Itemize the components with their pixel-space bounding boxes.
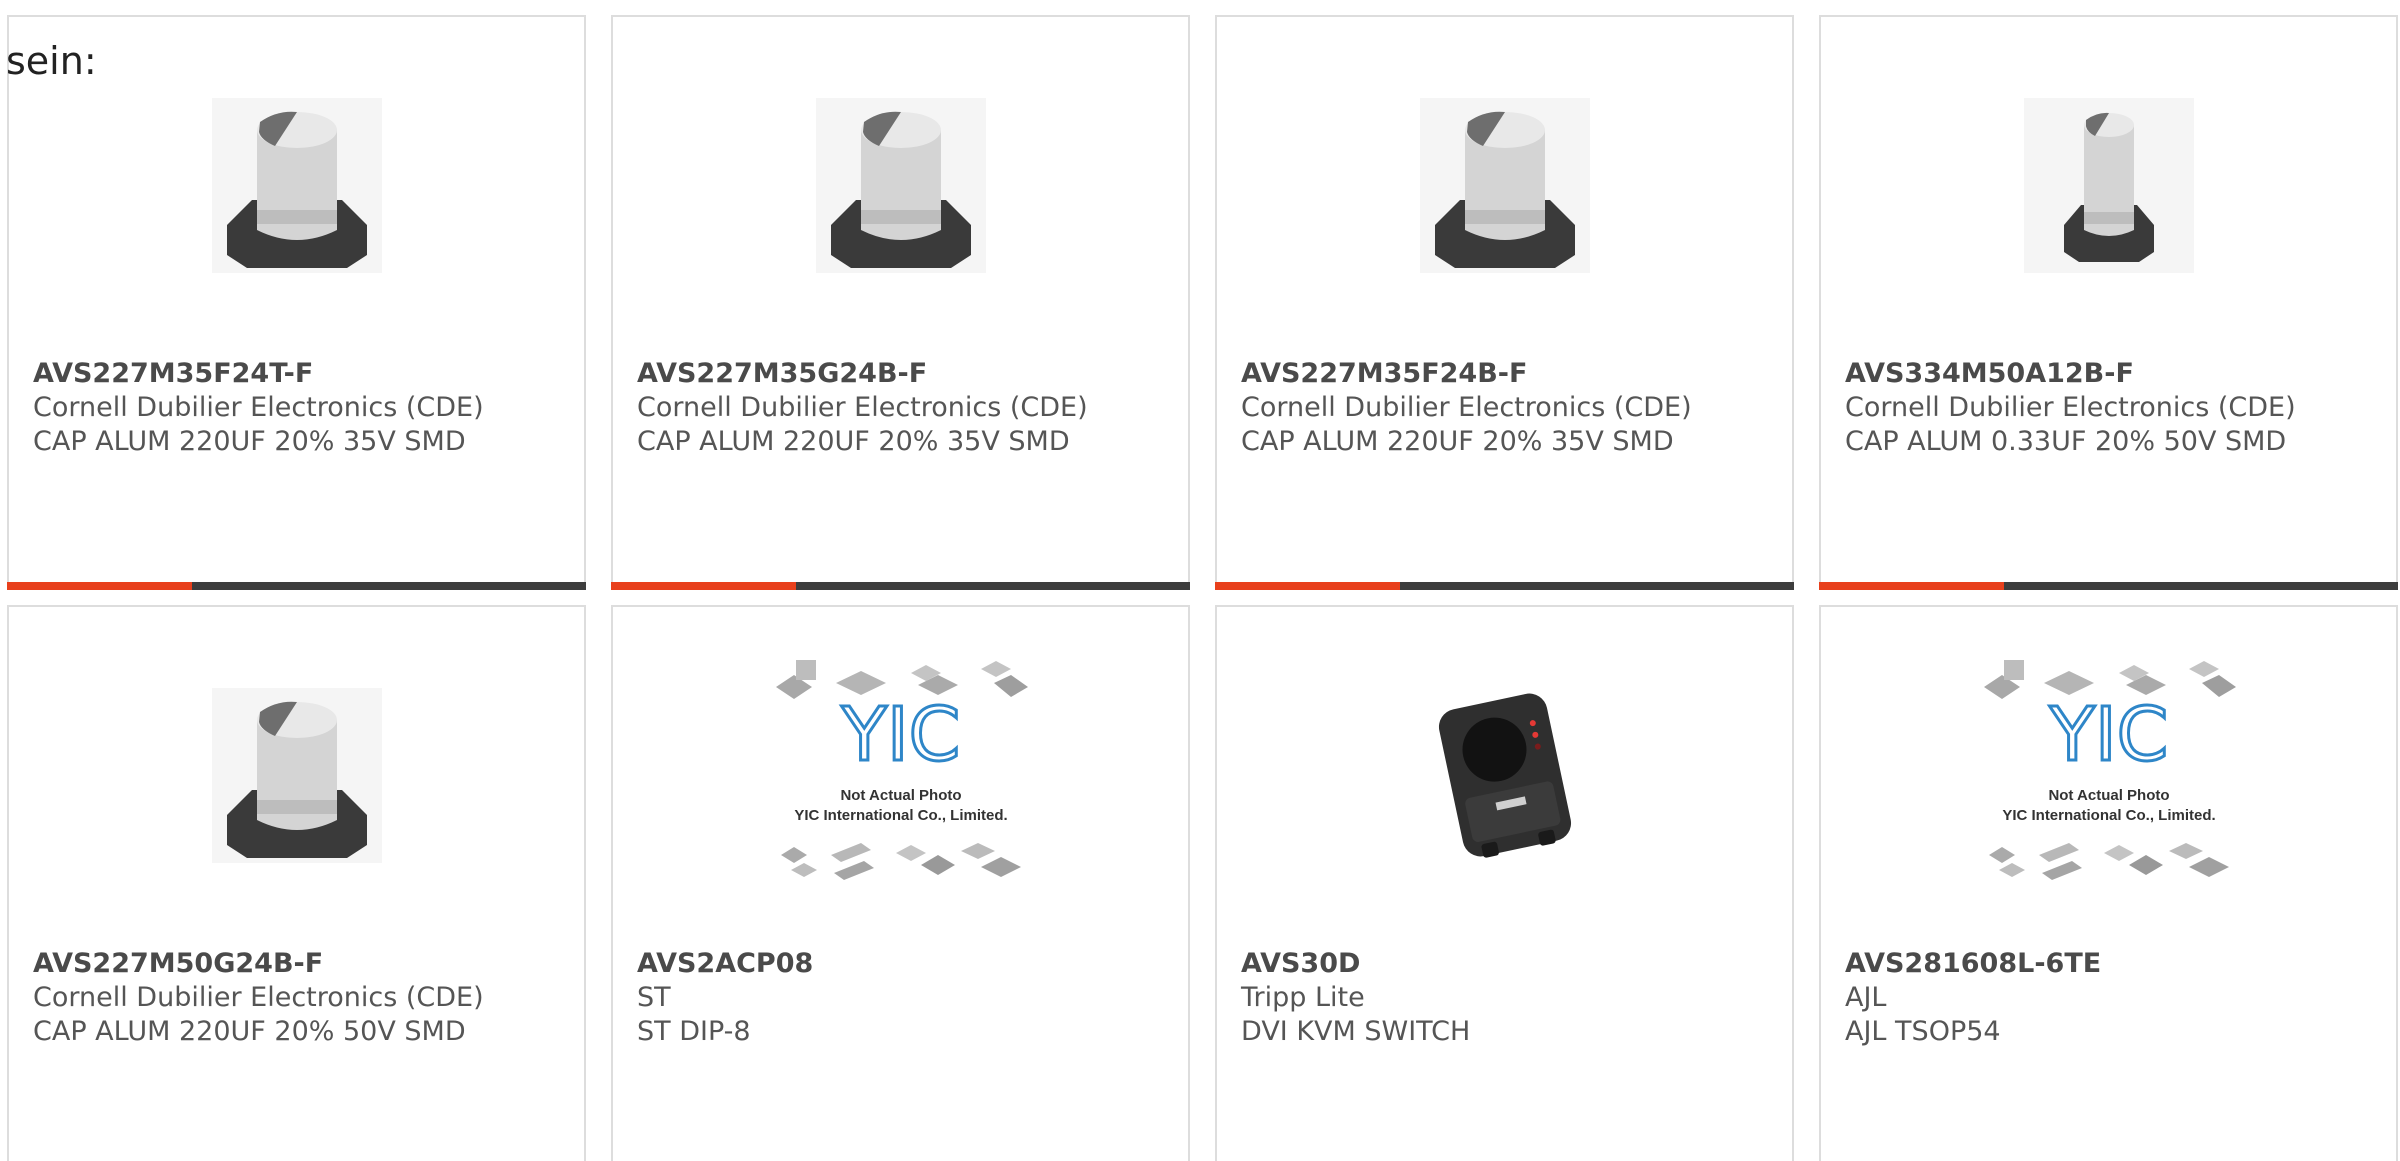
product-card[interactable]: YIC Not Actual Photo YIC International C… <box>611 605 1190 1161</box>
product-image[interactable] <box>9 675 584 875</box>
description: CAP ALUM 220UF 20% 50V SMD <box>33 1016 466 1047</box>
product-image[interactable] <box>1217 675 1792 875</box>
description: CAP ALUM 0.33UF 20% 50V SMD <box>1845 426 2287 457</box>
part-number[interactable]: AVS227M35F24T-F <box>33 357 574 391</box>
manufacturer: Tripp Lite <box>1241 982 1365 1013</box>
product-info: AVS227M35F24B-F Cornell Dubilier Electro… <box>1241 357 1782 459</box>
product-info: AVS227M35G24B-F Cornell Dubilier Electro… <box>637 357 1178 459</box>
part-number[interactable]: AVS334M50A12B-F <box>1845 357 2386 391</box>
product-card[interactable]: AVS334M50A12B-F Cornell Dubilier Electro… <box>1819 15 2398 590</box>
progress-bar <box>1215 582 1794 590</box>
svg-text:YIC: YIC <box>2048 692 2168 778</box>
product-image[interactable] <box>1821 85 2396 285</box>
product-grid-page: sein: AVS227M35F24T-F Cornell Dubilier E… <box>0 0 2400 1161</box>
product-info: AVS227M50G24B-F Cornell Dubilier Electro… <box>33 947 574 1049</box>
progress-fill <box>611 582 797 590</box>
placeholder-caption-2: YIC International Co., Limited. <box>2002 807 2215 824</box>
placeholder-chips-icon: YIC Not Actual Photo YIC International C… <box>1983 660 2236 880</box>
product-image[interactable] <box>613 85 1188 285</box>
product-image[interactable] <box>9 85 584 285</box>
product-info: AVS2ACP08 ST ST DIP-8 <box>637 947 1178 1049</box>
product-card[interactable]: YIC Not Actual Photo YIC International C… <box>1819 605 2398 1161</box>
product-info: AVS227M35F24T-F Cornell Dubilier Electro… <box>33 357 574 459</box>
description: CAP ALUM 220UF 20% 35V SMD <box>637 426 1070 457</box>
description: CAP ALUM 220UF 20% 35V SMD <box>33 426 466 457</box>
product-card[interactable]: AVS227M35F24T-F Cornell Dubilier Electro… <box>7 15 586 590</box>
progress-bar <box>611 582 1190 590</box>
product-grid: AVS227M35F24T-F Cornell Dubilier Electro… <box>7 15 2400 1161</box>
manufacturer: Cornell Dubilier Electronics (CDE) <box>33 392 484 423</box>
section-heading: sein: <box>6 39 97 83</box>
part-number[interactable]: AVS227M35F24B-F <box>1241 357 1782 391</box>
part-number[interactable]: AVS2ACP08 <box>637 947 1178 981</box>
placeholder-caption-2: YIC International Co., Limited. <box>794 807 1007 824</box>
progress-fill <box>7 582 193 590</box>
product-info: AVS30D Tripp Lite DVI KVM SWITCH <box>1241 947 1782 1049</box>
placeholder-caption-1: Not Actual Photo <box>2048 787 2169 804</box>
manufacturer: Cornell Dubilier Electronics (CDE) <box>637 392 1088 423</box>
capacitor-icon <box>1419 98 1590 273</box>
capacitor-icon <box>815 98 986 273</box>
product-image[interactable]: YIC Not Actual Photo YIC International C… <box>613 660 1188 880</box>
product-card[interactable]: AVS227M35G24B-F Cornell Dubilier Electro… <box>611 15 1190 590</box>
description: CAP ALUM 220UF 20% 35V SMD <box>1241 426 1674 457</box>
product-card[interactable]: AVS30D Tripp Lite DVI KVM SWITCH <box>1215 605 1794 1161</box>
progress-bar <box>7 582 586 590</box>
manufacturer: Cornell Dubilier Electronics (CDE) <box>1845 392 2296 423</box>
placeholder-caption-1: Not Actual Photo <box>840 787 961 804</box>
capacitor-icon <box>211 98 382 273</box>
kvm-switch-icon <box>1438 693 1571 858</box>
manufacturer: AJL <box>1845 982 1887 1013</box>
product-card[interactable]: AVS227M35F24B-F Cornell Dubilier Electro… <box>1215 15 1794 590</box>
part-number[interactable]: AVS30D <box>1241 947 1782 981</box>
progress-fill <box>1215 582 1401 590</box>
capacitor-icon <box>211 688 382 863</box>
capacitor-small-icon <box>2023 98 2194 273</box>
product-card[interactable]: AVS227M50G24B-F Cornell Dubilier Electro… <box>7 605 586 1161</box>
part-number[interactable]: AVS227M50G24B-F <box>33 947 574 981</box>
product-image[interactable]: YIC Not Actual Photo YIC International C… <box>1821 660 2396 880</box>
manufacturer: Cornell Dubilier Electronics (CDE) <box>33 982 484 1013</box>
svg-text:YIC: YIC <box>840 692 960 778</box>
manufacturer: ST <box>637 982 671 1013</box>
progress-fill <box>1819 582 2005 590</box>
placeholder-chips-icon: YIC Not Actual Photo YIC International C… <box>775 660 1028 880</box>
manufacturer: Cornell Dubilier Electronics (CDE) <box>1241 392 1692 423</box>
product-image[interactable] <box>1217 85 1792 285</box>
progress-bar <box>1819 582 2398 590</box>
product-info: AVS281608L-6TE AJL AJL TSOP54 <box>1845 947 2386 1049</box>
part-number[interactable]: AVS281608L-6TE <box>1845 947 2386 981</box>
description: ST DIP-8 <box>637 1016 751 1047</box>
product-info: AVS334M50A12B-F Cornell Dubilier Electro… <box>1845 357 2386 459</box>
part-number[interactable]: AVS227M35G24B-F <box>637 357 1178 391</box>
description: AJL TSOP54 <box>1845 1016 2001 1047</box>
description: DVI KVM SWITCH <box>1241 1016 1471 1047</box>
